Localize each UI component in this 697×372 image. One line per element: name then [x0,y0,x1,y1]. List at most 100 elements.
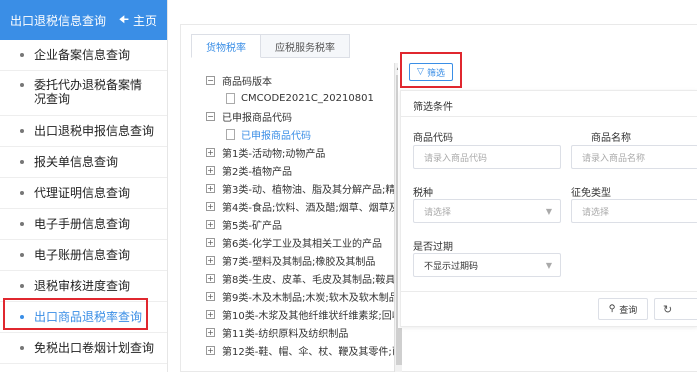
expired-select[interactable]: 不显示过期码 ▼ [413,253,561,277]
tree-label: 第2类-植物产品 [222,166,292,178]
expand-icon[interactable]: + [206,273,215,283]
funnel-icon: ▽ [417,67,424,77]
expand-icon[interactable]: + [206,219,215,229]
divider [401,291,697,292]
tree-label: 第1类-活动物;动物产品 [222,148,326,160]
tree-label: 第3类-动、植物油、脂及其分解产品;精制的食用油脂 [222,184,396,196]
sidebar: 出口退税信息查询 🠈 主页 企业备案信息查询 委托代办退税备案情况查询 出口退税… [0,0,168,372]
bullet-icon [20,160,24,164]
tree-label: 第10类-木浆及其他纤维状纤维素浆;回收(废碎)纸 [222,310,396,322]
search-icon: ⚲ [608,304,616,314]
tree-label: 第4类-食品;饮料、酒及醋;烟草、烟草及烟草代用品 [222,202,396,214]
tree-row-category[interactable]: + 第6类-化学工业及其相关工业的产品 [206,233,396,251]
sidebar-item-declaration[interactable]: 出口退税申报信息查询 [0,116,167,147]
chevron-down-icon: ▼ [545,261,552,270]
expand-icon[interactable]: + [206,345,215,355]
tree-row-category[interactable]: + 第1类-活动物;动物产品 [206,143,396,161]
sidebar-header: 出口退税信息查询 🠈 主页 [0,0,167,40]
expand-icon[interactable]: + [206,327,215,337]
expand-icon[interactable]: + [206,183,215,193]
tree-row-category[interactable]: + 第7类-塑料及其制品;橡胶及其制品 [206,251,396,269]
tree-label: 第7类-塑料及其制品;橡胶及其制品 [222,256,376,268]
sidebar-item-e-ledger[interactable]: 电子账册信息查询 [0,240,167,271]
reset-button[interactable]: ↻ [654,298,697,320]
tab-goods-rate[interactable]: 货物税率 [191,34,261,58]
sidebar-item-label: 代理证明信息查询 [34,186,131,200]
query-button[interactable]: ⚲ 查询 [598,298,648,320]
sidebar-item-customs-form[interactable]: 报关单信息查询 [0,147,167,178]
expand-icon[interactable]: + [206,237,215,247]
name-input[interactable]: 请录入商品名称 [571,145,697,169]
bullet-icon [20,284,24,288]
tree-row-category[interactable]: + 第4类-食品;饮料、酒及醋;烟草、烟草及烟草代用品 [206,197,396,215]
sidebar-item-label: 企业备案信息查询 [34,48,131,62]
tree-row-category[interactable]: + 第5类-矿产品 [206,215,396,233]
code-label: 商品代码 [413,133,453,144]
expired-value: 不显示过期码 [424,261,479,272]
tree-label: CMCODE2021C_20210801 [241,92,374,104]
chevron-down-icon: ▼ [545,207,552,216]
tree-row-category[interactable]: + 第11类-纺织原料及纺织制品 [206,323,396,341]
code-placeholder: 请录入商品代码 [424,153,488,164]
name-placeholder: 请录入商品名称 [582,153,646,164]
sidebar-item-export-rate[interactable]: 出口商品退税率查询 [0,302,167,333]
sidebar-item-review-progress[interactable]: 退税审核进度查询 [0,271,167,302]
exempt-select[interactable]: 请选择 [571,199,697,223]
tree-row-category[interactable]: + 第3类-动、植物油、脂及其分解产品;精制的食用油脂 [206,179,396,197]
sidebar-item-cigarette-plan[interactable]: 免税出口卷烟计划查询 [0,333,167,364]
collapse-icon[interactable]: − [206,75,215,85]
tab-bar: 货物税率 应税服务税率 [191,34,350,58]
filter-panel: 筛选条件 商品代码 请录入商品代码 商品名称 请录入商品名称 税种 请选择 ▼ 征… [400,90,697,327]
tax-placeholder: 请选择 [424,207,452,218]
collapse-icon[interactable]: − [206,111,215,121]
home-link[interactable]: 🠈 主页 [119,11,157,30]
bullet-icon [20,83,24,87]
sidebar-item-label: 出口商品退税率查询 [34,310,143,324]
expand-icon[interactable]: + [206,255,215,265]
tax-label: 税种 [413,188,433,199]
tree-row-declared-value[interactable]: 已申报商品代码 [206,125,396,143]
sidebar-item-label: 电子手册信息查询 [34,217,131,231]
home-label: 主页 [132,13,157,28]
bullet-icon [20,191,24,195]
tree-row-category[interactable]: + 第10类-木浆及其他纤维状纤维素浆;回收(废碎)纸 [206,305,396,323]
sidebar-item-agent-filing[interactable]: 委托代办退税备案情况查询 [0,71,167,116]
category-list: + 第1类-活动物;动物产品 + 第2类-植物产品 + 第3类-动、植物油、脂及其分解产品… [206,143,396,359]
sidebar-item-label: 委托代办退税备案情况查询 [34,78,143,106]
tab-service-rate[interactable]: 应税服务税率 [261,34,350,58]
sidebar-item-label: 退税审核进度查询 [34,279,131,293]
sidebar-item-label: 免税出口卷烟计划查询 [34,341,155,355]
tree-row-version[interactable]: − 商品码版本 [206,71,396,89]
divider [401,116,697,117]
tree-row-category[interactable]: + 第12类-鞋、帽、伞、杖、鞭及其零件;已加工的羽毛 [206,341,396,359]
tree-row-version-value[interactable]: CMCODE2021C_20210801 [206,89,396,107]
sidebar-item-enterprise-filing[interactable]: 企业备案信息查询 [0,40,167,71]
expand-icon[interactable]: + [206,201,215,211]
sidebar-item-agency-cert[interactable]: 代理证明信息查询 [0,178,167,209]
tree-row-category[interactable]: + 第8类-生皮、皮革、毛皮及其制品;鞍具及挽具 [206,269,396,287]
bullet-icon [20,53,24,57]
tree-row-category[interactable]: + 第9类-木及木制品;木炭;软木及软木制品;稻草 [206,287,396,305]
bullet-icon [20,315,24,319]
filter-button-label: 筛选 [426,68,445,79]
tree-row-declared[interactable]: − 已申报商品代码 [206,107,396,125]
tree-label: 第9类-木及木制品;木炭;软木及软木制品;稻草 [222,292,396,304]
exempt-placeholder: 请选择 [582,207,610,218]
reset-icon: ↻ [663,302,673,316]
expired-label: 是否过期 [413,242,453,253]
tree-label: 已申报商品代码 [241,130,311,142]
name-label: 商品名称 [591,133,631,144]
document-icon [226,92,235,104]
expand-icon[interactable]: + [206,147,215,157]
exempt-label: 征免类型 [571,188,611,199]
expand-icon[interactable]: + [206,309,215,319]
expand-icon[interactable]: + [206,165,215,175]
code-input[interactable]: 请录入商品代码 [413,145,561,169]
tree-row-category[interactable]: + 第2类-植物产品 [206,161,396,179]
bullet-icon [20,222,24,226]
tree-label: 已申报商品代码 [222,112,292,124]
sidebar-item-e-manual[interactable]: 电子手册信息查询 [0,209,167,240]
tax-select[interactable]: 请选择 ▼ [413,199,561,223]
filter-button[interactable]: ▽ 筛选 [409,63,453,81]
expand-icon[interactable]: + [206,291,215,301]
